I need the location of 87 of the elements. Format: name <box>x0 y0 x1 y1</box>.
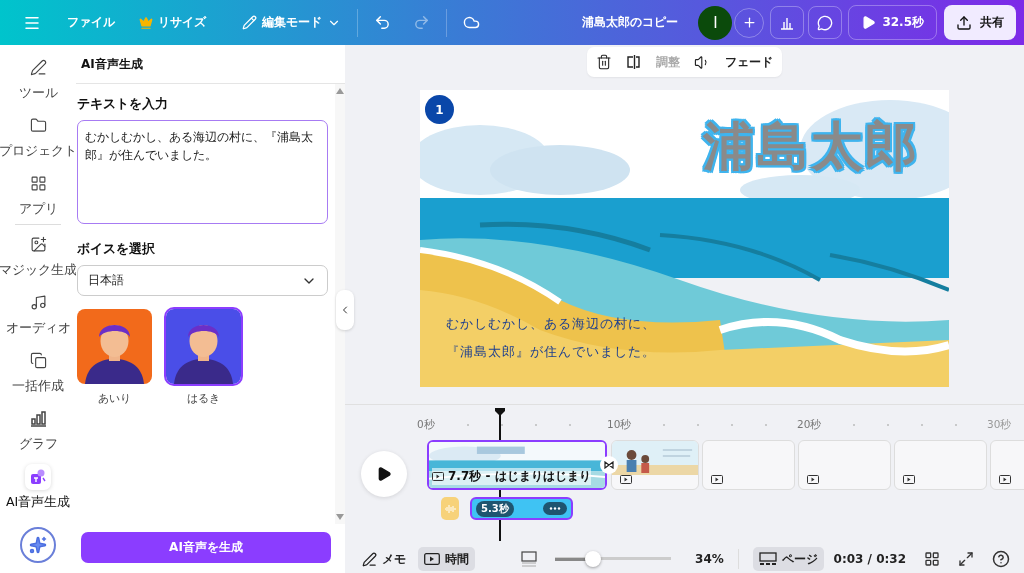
copy-icon <box>29 352 47 369</box>
play-icon <box>861 15 877 30</box>
timeline-clip[interactable] <box>611 440 699 490</box>
pen-icon <box>29 59 47 76</box>
video-icon <box>620 475 632 484</box>
document-title: 浦島太郎のコピー <box>582 14 679 31</box>
sidebar-item[interactable]: マジック生成 <box>0 226 76 284</box>
play-button[interactable] <box>361 451 407 497</box>
timeline-clip[interactable]: 7.7秒 - はじまりはじまり <box>427 440 607 490</box>
text-input-field[interactable]: むかしむかし、ある海辺の村に、『浦島太郎』が住んでいました。 <box>77 120 328 224</box>
pages-button[interactable]: ページ <box>752 547 824 571</box>
video-icon <box>999 475 1011 484</box>
insights-button[interactable] <box>770 6 805 39</box>
layout-icon <box>521 551 537 567</box>
sparkles-icon <box>29 536 47 554</box>
sidebar-item[interactable]: オーディオ <box>0 284 76 342</box>
speech-bubble-icon <box>817 14 834 31</box>
sidebar-item[interactable]: プロジェクト <box>0 107 76 165</box>
video-icon <box>424 553 440 565</box>
share-button[interactable]: 共有 <box>944 5 1016 40</box>
help-icon <box>992 550 1010 568</box>
time-tick: 10秒 <box>607 418 632 432</box>
audio-track-icon <box>441 497 459 520</box>
grid-icon <box>924 551 940 567</box>
play-icon <box>376 466 392 482</box>
sidebar-item[interactable]: 一括作成 <box>0 342 76 400</box>
slider-thumb[interactable] <box>585 551 602 567</box>
split-icon <box>626 54 642 70</box>
slide-text: むかしむかし、ある海辺の村に、 <box>446 316 656 333</box>
delete-button[interactable] <box>596 54 612 70</box>
scroll-down-icon[interactable] <box>336 514 344 520</box>
sidebar-item[interactable]: AI音声生成 <box>0 458 76 516</box>
slide-text: 『浦島太郎』が住んでいました。 <box>446 344 656 361</box>
time-tick: 30秒 <box>987 418 1012 432</box>
sidebar-item[interactable]: グラフ <box>0 400 76 458</box>
crown-icon <box>139 15 153 30</box>
user-avatar[interactable]: I <box>698 5 733 40</box>
upload-icon <box>956 14 972 31</box>
timeline-clip[interactable] <box>798 440 891 490</box>
present-button[interactable]: 32.5秒 <box>848 5 937 40</box>
undo-icon <box>374 14 391 31</box>
zoom-percentage: 34% <box>695 552 724 566</box>
notes-button[interactable]: メモ <box>356 547 412 571</box>
voice-select-label: ボイスを選択 <box>77 241 156 258</box>
text-input-label: テキストを入力 <box>77 96 169 113</box>
audio-clip[interactable]: 5.3秒 <box>470 497 573 520</box>
video-icon <box>903 475 915 484</box>
voice-option[interactable]: はるき <box>166 309 241 406</box>
audio-duration: 5.3秒 <box>476 500 514 517</box>
redo-icon <box>413 14 430 31</box>
sidebar-item[interactable]: アプリ <box>0 165 76 223</box>
generate-voice-button[interactable]: AI音声を生成 <box>81 532 331 563</box>
fade-button[interactable]: フェード <box>725 53 773 71</box>
voice-option[interactable]: あいり <box>77 309 152 406</box>
pages-icon <box>758 551 777 567</box>
magic-assistant-button[interactable] <box>20 527 56 563</box>
video-icon <box>432 472 444 481</box>
pencil-icon <box>242 15 257 30</box>
music-note-icon <box>29 294 47 311</box>
bowtie-icon <box>604 461 614 469</box>
clip-label: 7.7秒 - はじまりはじまり <box>432 468 591 485</box>
expand-icon <box>958 551 974 567</box>
comment-button[interactable] <box>808 6 843 39</box>
apps-icon <box>29 175 47 192</box>
timer-button[interactable]: 時間 <box>418 547 475 571</box>
plus-icon <box>741 15 757 30</box>
video-icon <box>711 475 723 484</box>
image-plus-icon <box>29 236 47 253</box>
cloud-icon <box>463 14 480 31</box>
folder-icon <box>29 117 47 134</box>
panel-title: AI音声生成 <box>76 45 345 84</box>
scroll-up-icon[interactable] <box>336 88 344 94</box>
sidebar-item[interactable]: ツール <box>0 49 76 107</box>
voice-generator-icon <box>29 467 47 486</box>
language-dropdown[interactable]: 日本語 <box>77 265 328 296</box>
slide-title: 浦島太郎 <box>703 115 919 178</box>
split-button[interactable] <box>626 54 642 70</box>
more-icon[interactable] <box>543 502 567 515</box>
time-tick: 20秒 <box>797 418 822 432</box>
trash-icon <box>596 54 612 70</box>
bar-chart-icon <box>29 410 47 427</box>
timeline-clip[interactable] <box>894 440 987 490</box>
timeline-clip[interactable] <box>702 440 795 490</box>
pen-icon <box>362 551 377 567</box>
playback-time: 0:03 / 0:32 <box>833 552 906 566</box>
video-icon <box>807 475 819 484</box>
time-tick: 0秒 <box>417 418 435 432</box>
